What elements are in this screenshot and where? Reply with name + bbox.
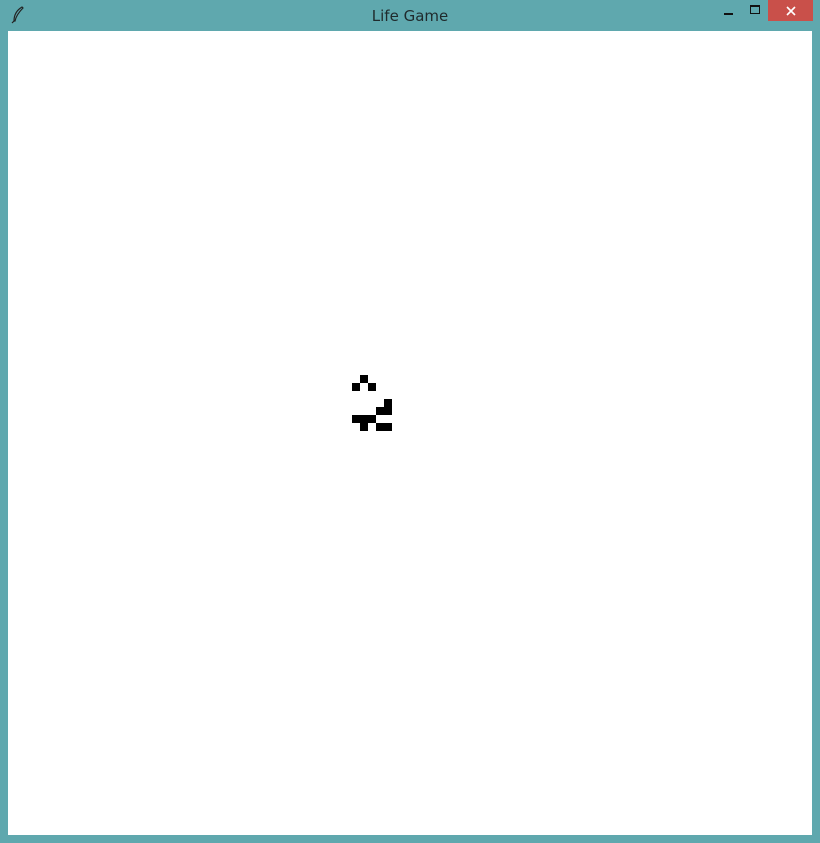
minimize-button[interactable] bbox=[715, 0, 742, 21]
life-grid bbox=[352, 375, 392, 431]
alive-cell bbox=[384, 423, 392, 431]
alive-cell bbox=[360, 375, 368, 383]
maximize-icon bbox=[750, 5, 760, 14]
close-button[interactable] bbox=[768, 0, 813, 21]
alive-cell bbox=[368, 383, 376, 391]
maximize-button[interactable] bbox=[742, 0, 768, 21]
life-board-canvas[interactable] bbox=[8, 31, 812, 835]
alive-cell bbox=[368, 415, 376, 423]
app-window: Life Game bbox=[0, 0, 820, 843]
close-icon bbox=[785, 5, 796, 16]
alive-cell bbox=[360, 423, 368, 431]
alive-cell bbox=[384, 407, 392, 415]
window-title: Life Game bbox=[371, 7, 449, 25]
alive-cell bbox=[376, 423, 384, 431]
alive-cell bbox=[360, 415, 368, 423]
title-bar[interactable]: Life Game bbox=[0, 0, 820, 31]
minimize-icon bbox=[724, 12, 733, 15]
alive-cell bbox=[352, 383, 360, 391]
alive-cell bbox=[376, 407, 384, 415]
alive-cell bbox=[352, 415, 360, 423]
alive-cell bbox=[384, 399, 392, 407]
